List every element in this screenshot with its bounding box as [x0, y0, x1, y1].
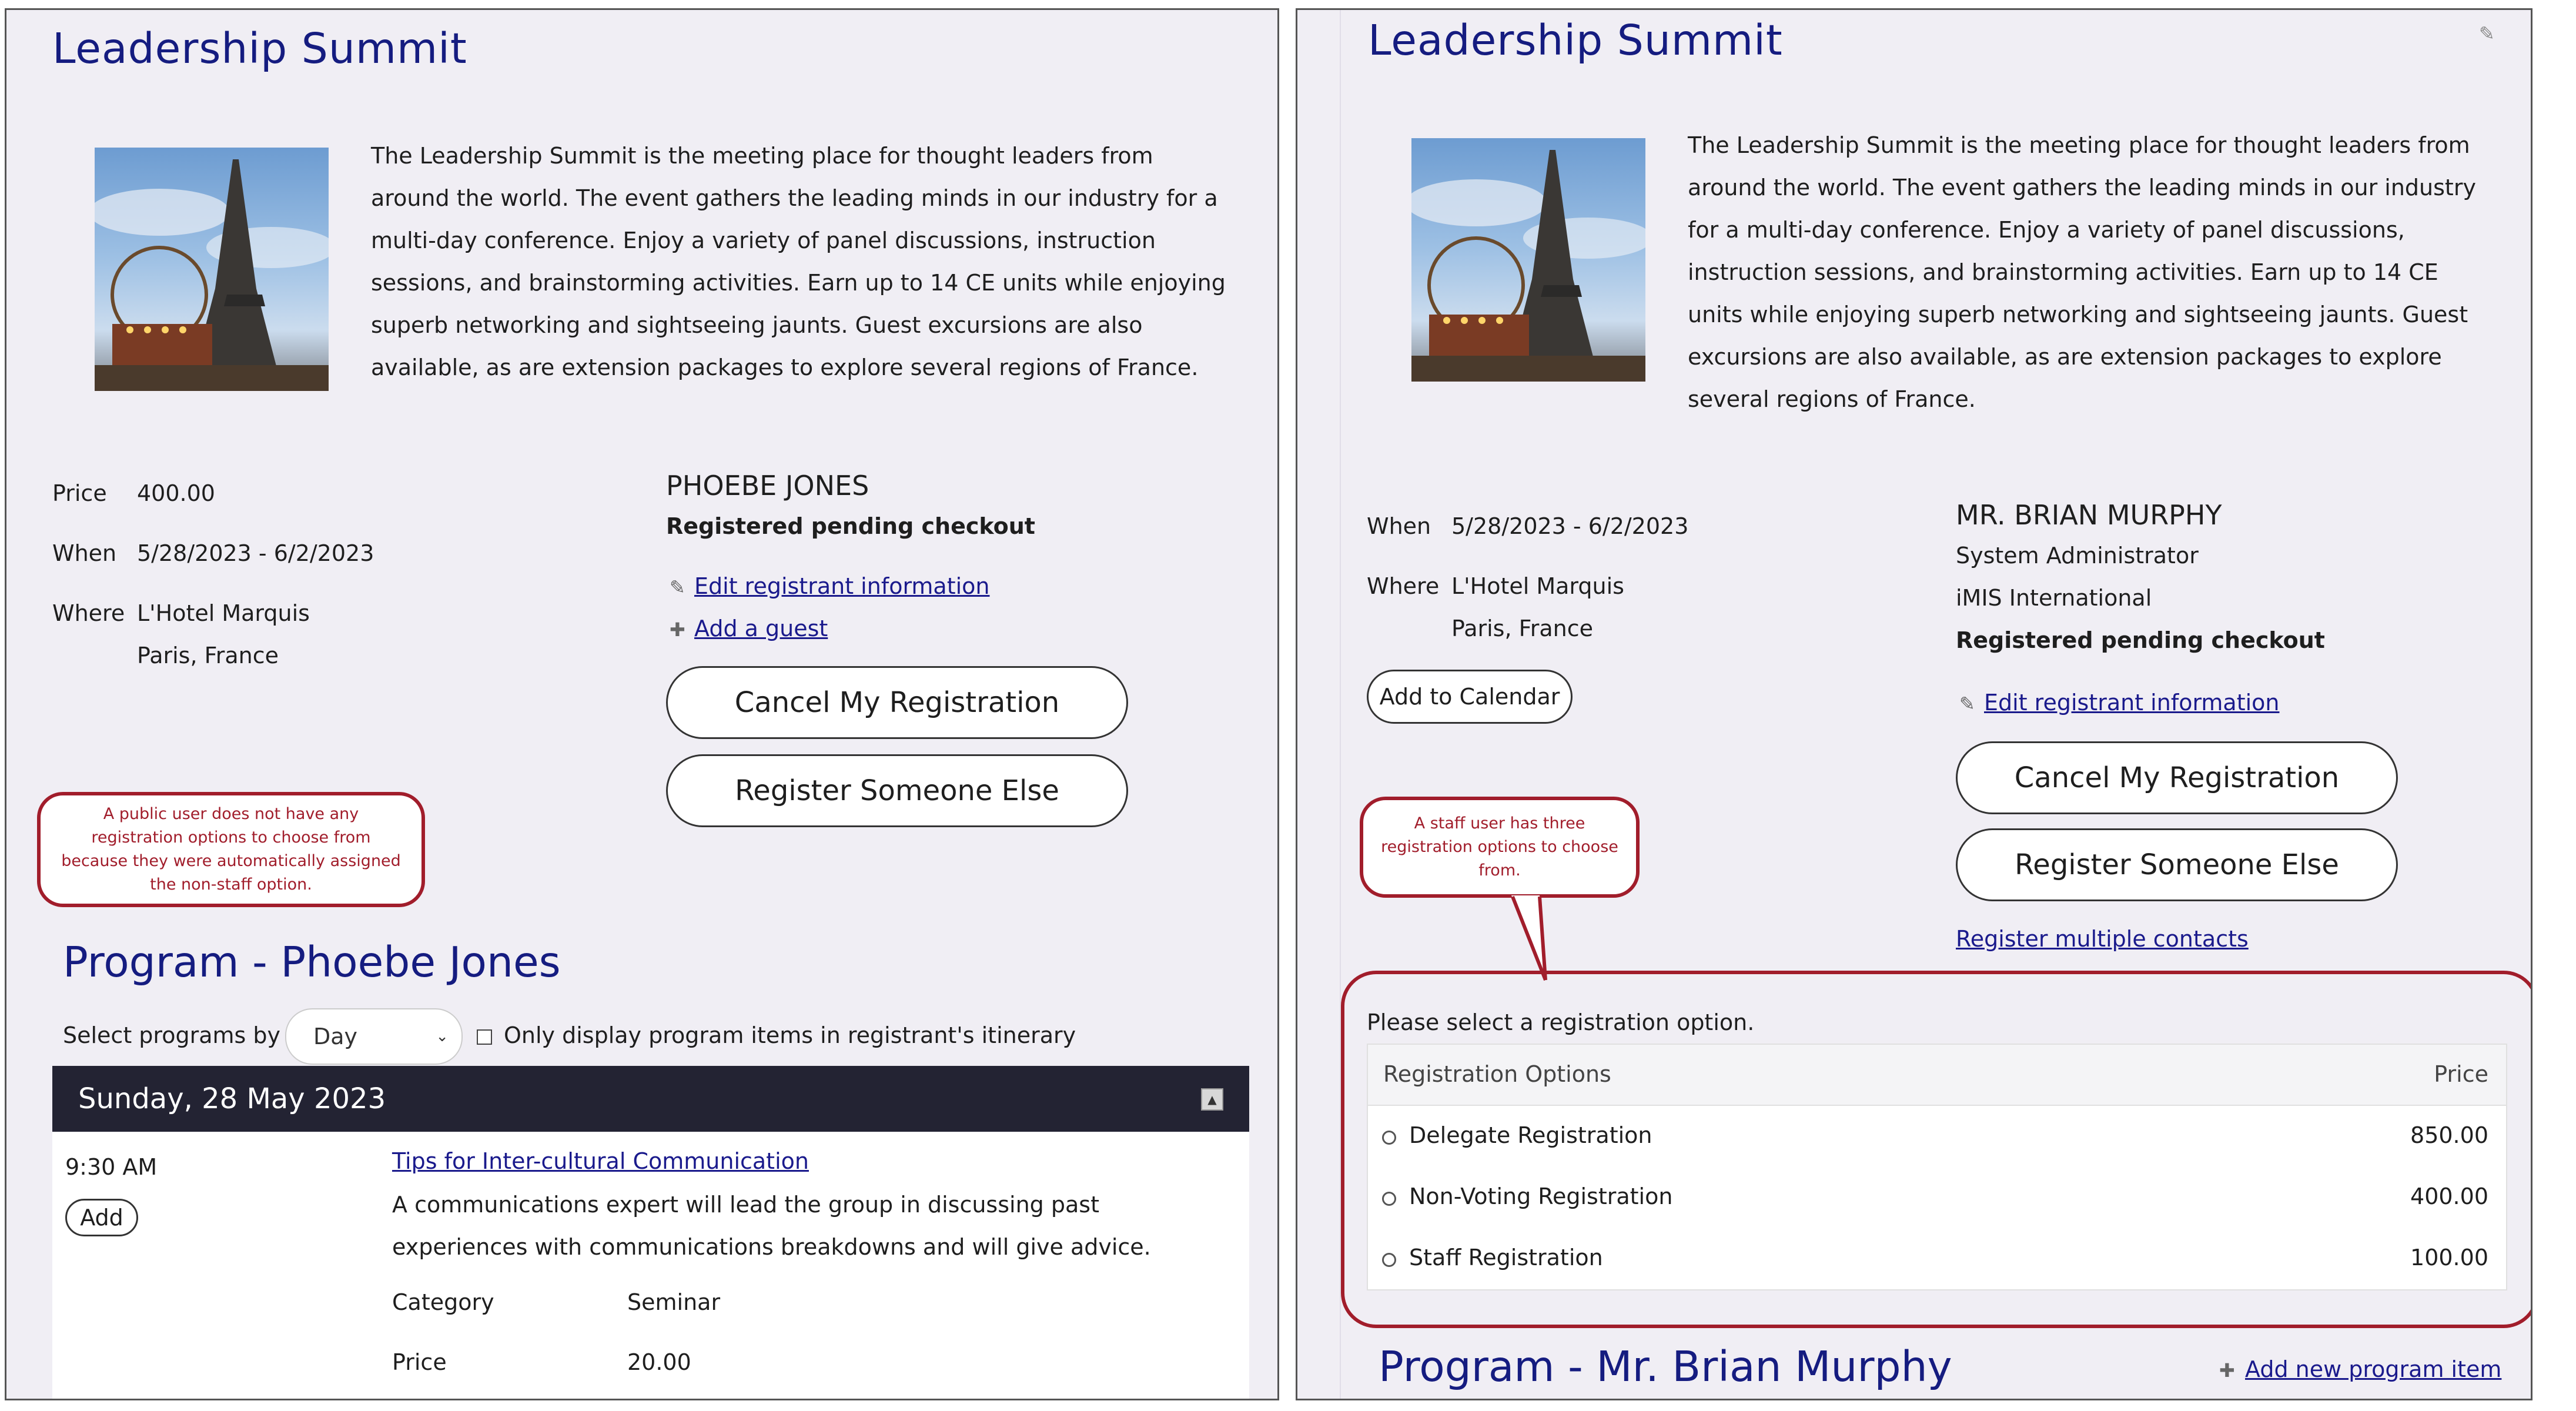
- registrant-org: iMIS International: [1956, 585, 2152, 611]
- pencil-icon: ✎: [670, 576, 685, 598]
- program-item-time: 9:30 AM: [65, 1154, 158, 1180]
- register-someone-else-button[interactable]: Register Someone Else: [666, 754, 1128, 827]
- options-column-header: Registration Options: [1383, 1061, 1611, 1087]
- day-header-label: Sunday, 28 May 2023: [78, 1082, 386, 1115]
- option-delegate-label: Delegate Registration: [1409, 1122, 1652, 1148]
- day-header: Sunday, 28 May 2023: [52, 1066, 1249, 1132]
- event-title: Leadership Summit: [52, 24, 467, 73]
- itinerary-checkbox[interactable]: [477, 1029, 492, 1045]
- public-user-panel: Leadership Summit The Leadership Summit …: [5, 8, 1279, 1400]
- select-programs-value: Day: [313, 1024, 358, 1049]
- add-program-item-link[interactable]: Add new program item: [2245, 1356, 2501, 1382]
- collapse-icon[interactable]: ▲: [1201, 1088, 1223, 1111]
- event-title: Leadership Summit: [1368, 16, 1783, 65]
- chevron-down-icon: ⌄: [436, 1028, 449, 1045]
- staff-user-panel: Leadership Summit ✎ The Leadership Summi…: [1296, 8, 2532, 1400]
- registration-options-table: Registration Options Price Delegate Regi…: [1367, 1044, 2507, 1290]
- registrant-name: PHOEBE JONES: [666, 470, 869, 501]
- registrant-status: Registered pending checkout: [1956, 627, 2325, 653]
- cancel-registration-button[interactable]: Cancel My Registration: [1956, 741, 2398, 814]
- public-user-callout: A public user does not have any registra…: [37, 792, 425, 907]
- add-guest-link[interactable]: Add a guest: [694, 616, 828, 641]
- event-photo: [1411, 138, 1645, 382]
- where-city: Paris, France: [137, 643, 279, 668]
- add-program-item-button[interactable]: Add: [65, 1199, 138, 1236]
- edit-registrant-link[interactable]: Edit registrant information: [694, 573, 990, 599]
- itinerary-label: Only display program items in registrant…: [504, 1022, 1076, 1048]
- radio-non-voting[interactable]: [1382, 1192, 1396, 1206]
- pencil-icon[interactable]: ✎: [2479, 24, 2495, 43]
- program-title: Program - Mr. Brian Murphy: [1379, 1342, 1952, 1391]
- edit-registrant-link[interactable]: Edit registrant information: [1984, 690, 2280, 715]
- price-value: 400.00: [137, 480, 215, 506]
- where-venue: L'Hotel Marquis: [137, 600, 310, 626]
- price-label: Price: [52, 480, 107, 506]
- when-value: 5/28/2023 - 6/2/2023: [1451, 513, 1689, 539]
- registrant-role: System Administrator: [1956, 543, 2199, 569]
- option-staff-price: 100.00: [2410, 1245, 2488, 1270]
- item-price-value: 20.00: [627, 1349, 691, 1375]
- event-description: The Leadership Summit is the meeting pla…: [371, 143, 1226, 380]
- register-multiple-link[interactable]: Register multiple contacts: [1956, 926, 2249, 952]
- staff-user-callout: A staff user has three registration opti…: [1360, 797, 1640, 898]
- event-description: The Leadership Summit is the meeting pla…: [1688, 132, 2476, 412]
- event-photo: [95, 148, 329, 391]
- add-to-calendar-button[interactable]: Add to Calendar: [1367, 670, 1573, 724]
- program-title: Program - Phoebe Jones: [63, 938, 561, 987]
- category-value: Seminar: [627, 1289, 721, 1315]
- category-label: Category: [392, 1289, 494, 1315]
- plus-icon: ✚: [2219, 1359, 2235, 1382]
- plus-icon: ✚: [670, 618, 685, 641]
- where-venue: L'Hotel Marquis: [1451, 573, 1624, 599]
- radio-delegate[interactable]: [1382, 1131, 1396, 1145]
- registrant-status: Registered pending checkout: [666, 513, 1035, 539]
- register-someone-else-button[interactable]: Register Someone Else: [1956, 828, 2398, 901]
- when-label: When: [1367, 513, 1431, 539]
- when-value: 5/28/2023 - 6/2/2023: [137, 540, 374, 566]
- where-label: Where: [52, 600, 125, 626]
- pencil-icon: ✎: [1959, 693, 1975, 715]
- program-item-description: A communications expert will lead the gr…: [392, 1192, 1151, 1260]
- where-city: Paris, France: [1451, 616, 1593, 641]
- program-item-title-link[interactable]: Tips for Inter-cultural Communication: [392, 1148, 809, 1174]
- select-programs-label: Select programs by: [63, 1022, 280, 1048]
- radio-staff[interactable]: [1382, 1253, 1396, 1267]
- price-column-header: Price: [2434, 1061, 2488, 1087]
- option-staff-label: Staff Registration: [1409, 1245, 1603, 1270]
- where-label: Where: [1367, 573, 1440, 599]
- registrant-name: MR. BRIAN MURPHY: [1956, 499, 2222, 531]
- option-non-voting-price: 400.00: [2410, 1183, 2488, 1209]
- cancel-registration-button[interactable]: Cancel My Registration: [666, 666, 1128, 739]
- when-label: When: [52, 540, 117, 566]
- option-delegate-price: 850.00: [2410, 1122, 2488, 1148]
- select-programs-dropdown[interactable]: Day ⌄: [285, 1008, 463, 1065]
- select-option-prompt: Please select a registration option.: [1367, 1009, 1755, 1035]
- item-price-label: Price: [392, 1349, 447, 1375]
- option-non-voting-label: Non-Voting Registration: [1409, 1183, 1673, 1209]
